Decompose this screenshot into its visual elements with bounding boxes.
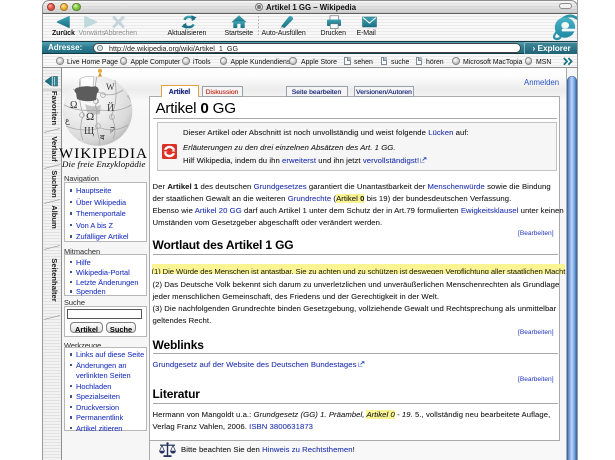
svg-text:W: W xyxy=(106,82,115,92)
svg-text:ब: ब xyxy=(100,133,105,142)
svg-text:Favoriten: Favoriten xyxy=(50,90,59,125)
svg-text:Verlauf: Verlauf xyxy=(50,136,59,162)
svg-text:Ω: Ω xyxy=(86,111,94,123)
svg-text:Album: Album xyxy=(50,205,59,229)
svg-text:Ω: Ω xyxy=(70,100,77,111)
svg-text:ع: ع xyxy=(65,116,70,125)
svg-text:Щ: Щ xyxy=(84,126,94,137)
svg-text:Suchen: Suchen xyxy=(50,170,59,198)
svg-text:ק: ק xyxy=(110,124,115,134)
svg-text:Seitenhalter: Seitenhalter xyxy=(50,258,59,302)
svg-text:Й: Й xyxy=(107,102,114,114)
